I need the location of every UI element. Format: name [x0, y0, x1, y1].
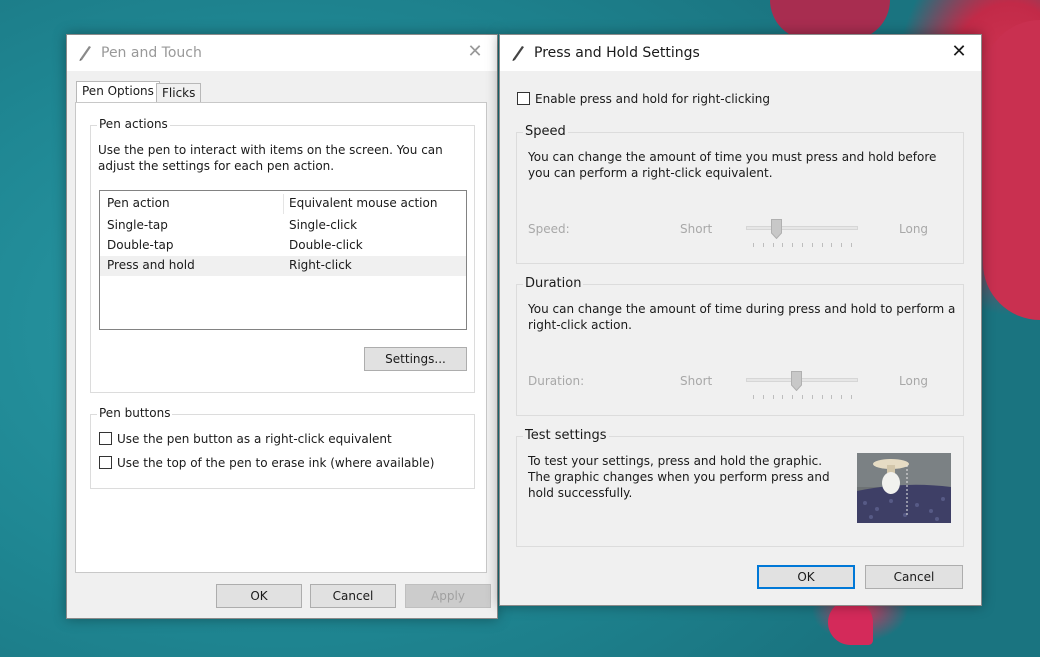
slider-tick — [763, 395, 764, 399]
table-row[interactable]: Double-tap Double-click — [100, 236, 466, 256]
duration-group: Duration You can change the amount of ti… — [516, 276, 964, 416]
slider-tick — [831, 395, 832, 399]
slider-tick — [753, 243, 754, 247]
title-bar: Pen and Touch ✕ — [67, 35, 497, 71]
slider-tick — [851, 395, 852, 399]
enable-press-hold-label[interactable]: Enable press and hold for right-clicking — [535, 91, 770, 107]
slider-tick — [773, 395, 774, 399]
cancel-button[interactable]: Cancel — [865, 565, 963, 589]
ok-button[interactable]: OK — [757, 565, 855, 589]
duration-slider-ticks — [753, 395, 852, 399]
pen-icon — [512, 46, 524, 61]
slider-tick — [812, 243, 813, 247]
enable-press-hold-checkbox[interactable] — [517, 92, 530, 105]
pen-options-panel: Pen actions Use the pen to interact with… — [75, 102, 487, 573]
slider-tick — [773, 243, 774, 247]
slider-tick — [841, 395, 842, 399]
speed-group: Speed You can change the amount of time … — [516, 124, 964, 264]
pen-action-cell: Single-tap — [107, 218, 168, 232]
pen-actions-label: Pen actions — [97, 117, 170, 131]
pen-actions-list[interactable]: Pen action Equivalent mouse action Singl… — [99, 190, 467, 330]
title-bar: Press and Hold Settings ✕ — [500, 35, 981, 71]
pen-action-cell: Press and hold — [107, 258, 195, 272]
slider-tick — [802, 395, 803, 399]
right-click-equivalent-label[interactable]: Use the pen button as a right-click equi… — [117, 431, 392, 447]
speed-min-label: Short — [680, 222, 713, 236]
slider-tick — [792, 395, 793, 399]
tab-flicks[interactable]: Flicks — [156, 83, 202, 103]
erase-ink-checkbox[interactable] — [99, 456, 112, 469]
slider-tick — [822, 243, 823, 247]
duration-max-label: Long — [899, 374, 929, 388]
ok-button[interactable]: OK — [216, 584, 302, 608]
tab-pen-options[interactable]: Pen Options — [76, 81, 160, 103]
column-header-mouse-action[interactable]: Equivalent mouse action — [289, 196, 437, 210]
table-row-selected[interactable]: Press and hold Right-click — [100, 256, 466, 276]
speed-slider-label: Speed: — [528, 222, 570, 236]
slider-tick — [753, 395, 754, 399]
pen-buttons-label: Pen buttons — [97, 406, 173, 420]
apply-button[interactable]: Apply — [405, 584, 491, 608]
pen-action-cell: Double-tap — [107, 238, 174, 252]
window-title: Pen and Touch — [101, 45, 202, 61]
speed-slider-ticks — [753, 243, 852, 247]
slider-tick — [841, 243, 842, 247]
slider-tick — [831, 243, 832, 247]
column-header-pen-action[interactable]: Pen action — [107, 196, 170, 210]
slider-tick — [822, 395, 823, 399]
pen-icon — [79, 46, 91, 61]
test-graphic[interactable] — [857, 453, 951, 523]
pen-actions-group: Pen actions Use the pen to interact with… — [90, 117, 475, 393]
mouse-action-cell: Double-click — [289, 238, 363, 252]
pen-and-touch-window: Pen and Touch ✕ Pen Options Flicks Pen a… — [66, 34, 498, 619]
slider-tick — [802, 243, 803, 247]
slider-tick — [782, 395, 783, 399]
speed-slider-thumb[interactable] — [771, 219, 783, 239]
speed-slider-track[interactable] — [746, 226, 858, 230]
close-icon[interactable]: ✕ — [937, 35, 981, 71]
slider-tick — [812, 395, 813, 399]
slider-tick — [763, 243, 764, 247]
speed-label: Speed — [523, 124, 568, 139]
pen-actions-description: Use the pen to interact with items on th… — [98, 143, 443, 173]
slider-tick — [792, 243, 793, 247]
speed-max-label: Long — [899, 222, 929, 236]
test-settings-description: To test your settings, press and hold th… — [528, 454, 830, 500]
duration-slider-label: Duration: — [528, 374, 585, 388]
duration-description: You can change the amount of time during… — [528, 302, 956, 332]
duration-label: Duration — [523, 276, 584, 291]
press-and-hold-window: Press and Hold Settings ✕ Enable press a… — [499, 34, 982, 606]
wallpaper-petal — [983, 20, 1040, 320]
cancel-button[interactable]: Cancel — [310, 584, 396, 608]
duration-slider-thumb[interactable] — [791, 371, 803, 391]
test-settings-label: Test settings — [523, 428, 609, 443]
column-divider — [283, 194, 284, 214]
list-header: Pen action Equivalent mouse action — [100, 194, 466, 214]
wallpaper-petal — [828, 600, 873, 645]
duration-min-label: Short — [680, 374, 713, 388]
speed-description: You can change the amount of time you mu… — [528, 150, 937, 180]
right-click-equivalent-checkbox[interactable] — [99, 432, 112, 445]
mouse-action-cell: Single-click — [289, 218, 358, 232]
slider-tick — [851, 243, 852, 247]
close-icon[interactable]: ✕ — [453, 35, 497, 71]
test-settings-group: Test settings To test your settings, pre… — [516, 428, 964, 547]
settings-button[interactable]: Settings... — [364, 347, 467, 371]
slider-tick — [782, 243, 783, 247]
pen-buttons-group: Pen buttons Use the pen button as a righ… — [90, 406, 475, 489]
mouse-action-cell: Right-click — [289, 258, 352, 272]
window-title: Press and Hold Settings — [534, 45, 700, 61]
table-row[interactable]: Single-tap Single-click — [100, 216, 466, 236]
erase-ink-label[interactable]: Use the top of the pen to erase ink (whe… — [117, 455, 434, 471]
